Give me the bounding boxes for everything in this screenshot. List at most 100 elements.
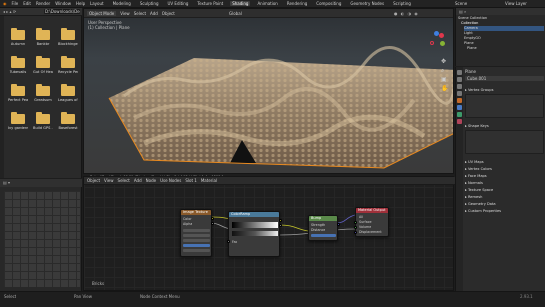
folder-icon[interactable] bbox=[11, 56, 25, 68]
tab-animation[interactable]: Animation bbox=[255, 1, 279, 6]
socket-displacement[interactable] bbox=[354, 231, 357, 234]
socket-alpha[interactable] bbox=[279, 224, 282, 227]
tab-scene-icon[interactable] bbox=[457, 91, 462, 96]
gizmo-neg-x-icon[interactable] bbox=[430, 41, 434, 45]
tab-material-icon[interactable] bbox=[457, 119, 462, 124]
transform-orientation-dropdown[interactable]: Global bbox=[229, 11, 242, 16]
blender-logo-icon[interactable]: ◉ bbox=[3, 1, 7, 6]
socket-color[interactable] bbox=[279, 219, 282, 222]
shape-keys-list[interactable] bbox=[465, 130, 544, 154]
gizmo-x-icon[interactable] bbox=[439, 33, 444, 38]
outliner-item-camera[interactable]: Camera bbox=[464, 26, 544, 31]
viewport-menu-view[interactable]: View bbox=[120, 11, 130, 16]
folder-icon[interactable] bbox=[61, 56, 75, 68]
folder-icon[interactable] bbox=[36, 28, 50, 40]
tab-shading[interactable]: Shading bbox=[230, 1, 251, 6]
socket-fac[interactable] bbox=[227, 240, 230, 243]
tab-scripting[interactable]: Scripting bbox=[391, 1, 413, 6]
tab-rendering[interactable]: Rendering bbox=[285, 1, 309, 6]
menu-window[interactable]: Window bbox=[55, 1, 71, 6]
color-ramp-preview[interactable] bbox=[232, 231, 278, 236]
tab-data-icon[interactable] bbox=[457, 112, 462, 117]
navigation-gizmo[interactable] bbox=[426, 31, 448, 53]
tab-output-icon[interactable] bbox=[457, 84, 462, 89]
socket-normal[interactable] bbox=[337, 223, 340, 226]
section-texture-space[interactable]: Texture Space bbox=[465, 187, 544, 193]
socket-color[interactable] bbox=[211, 217, 214, 220]
node-field[interactable] bbox=[183, 239, 210, 242]
node-field-selected[interactable] bbox=[311, 234, 336, 237]
folder-icon[interactable] bbox=[61, 28, 75, 40]
status-bar: Select Pan View Node Context Menu 2.93.1 bbox=[0, 291, 545, 307]
folder-icon[interactable] bbox=[36, 112, 50, 124]
folder-icon[interactable] bbox=[36, 56, 50, 68]
tab-sculpting[interactable]: Sculpting bbox=[138, 1, 161, 6]
file-path-field[interactable]: D:\Downloads\Decals bbox=[44, 9, 80, 14]
viewport-nav-icons[interactable]: ✥ ⌕ ▣ ✋ bbox=[441, 57, 448, 93]
vertex-groups-list[interactable] bbox=[465, 94, 544, 118]
nav-arrows-icon[interactable]: ◂ ▸ ▴ ⟳ bbox=[3, 9, 16, 14]
mesh-datablock-field[interactable]: Cube.001 bbox=[465, 76, 544, 81]
tab-modifier-icon[interactable] bbox=[457, 105, 462, 110]
folder-icon[interactable] bbox=[61, 112, 75, 124]
outliner-filter-icon[interactable]: ▤ ⌕ bbox=[459, 9, 466, 14]
shader-node-editor[interactable]: Object View Select Add Node Use Nodes Sl… bbox=[83, 176, 455, 291]
section-vertex-colors[interactable]: Vertex Colors bbox=[465, 166, 544, 172]
node-color-ramp[interactable]: ColorRamp Fac bbox=[227, 211, 282, 257]
section-vertex-groups[interactable]: Vertex Groups bbox=[465, 87, 544, 93]
shading-mode-icons[interactable]: ● ◐ ◑ ◉ bbox=[394, 11, 419, 16]
section-custom-properties[interactable]: Custom Properties bbox=[465, 208, 544, 214]
section-uv-maps[interactable]: UV Maps bbox=[465, 159, 544, 165]
3d-viewport[interactable]: Object Mode View Select Add Object Globa… bbox=[83, 8, 454, 174]
folder-icon[interactable] bbox=[61, 84, 75, 96]
socket-alpha[interactable] bbox=[211, 222, 214, 225]
tab-object-icon[interactable] bbox=[457, 98, 462, 103]
tab-texture-paint[interactable]: Texture Paint bbox=[195, 1, 225, 6]
node-field-selected[interactable] bbox=[183, 244, 210, 247]
section-shape-keys[interactable]: Shape Keys bbox=[465, 123, 544, 129]
menu-help[interactable]: Help bbox=[76, 1, 85, 6]
menu-file[interactable]: File bbox=[12, 1, 19, 6]
tab-uv-editing[interactable]: UV Editing bbox=[166, 1, 191, 6]
tab-compositing[interactable]: Compositing bbox=[314, 1, 343, 6]
status-select: Select bbox=[4, 294, 17, 299]
tab-modeling[interactable]: Modeling bbox=[111, 1, 133, 6]
tab-layout[interactable]: Layout bbox=[88, 1, 106, 6]
folder-icon[interactable] bbox=[11, 112, 25, 124]
viewport-menu-add[interactable]: Add bbox=[150, 11, 158, 16]
outliner-item-plane-mesh[interactable]: Plane bbox=[467, 46, 477, 51]
section-face-maps[interactable]: Face Maps bbox=[465, 173, 544, 179]
folder-icon[interactable] bbox=[11, 84, 25, 96]
tab-tool-icon[interactable] bbox=[457, 70, 462, 75]
view-layer-selector[interactable]: View Layer bbox=[505, 1, 527, 6]
gizmo-y-icon[interactable] bbox=[440, 41, 445, 46]
scene-selector[interactable]: Scene bbox=[455, 1, 467, 6]
node-material-output[interactable]: Material Output All Surface Volume Displ… bbox=[354, 207, 389, 237]
node-bump[interactable]: Bump Strength Distance bbox=[308, 215, 340, 241]
image-editor-menu-icon[interactable]: ▤ ▾ bbox=[3, 180, 10, 185]
menu-edit[interactable]: Edit bbox=[23, 1, 31, 6]
folder-icon[interactable] bbox=[36, 84, 50, 96]
node-field[interactable] bbox=[183, 234, 210, 237]
section-remesh[interactable]: Remesh bbox=[465, 194, 544, 200]
node-field[interactable] bbox=[183, 229, 210, 232]
file-browser-sidebar[interactable] bbox=[0, 16, 4, 178]
tab-geometry-nodes[interactable]: Geometry Nodes bbox=[348, 1, 386, 6]
image-canvas[interactable] bbox=[4, 191, 80, 287]
tab-render-icon[interactable] bbox=[457, 77, 462, 82]
viewport-menu-select[interactable]: Select bbox=[134, 11, 146, 16]
menu-render[interactable]: Render bbox=[36, 1, 50, 6]
section-geometry-data[interactable]: Geometry Data bbox=[465, 201, 544, 207]
folder-icon[interactable] bbox=[11, 28, 25, 40]
properties-tabs bbox=[456, 67, 463, 291]
node-image-texture[interactable]: Image Texture Color Alpha bbox=[180, 209, 214, 257]
socket-volume[interactable] bbox=[354, 226, 357, 229]
gizmo-z-icon[interactable] bbox=[434, 31, 439, 36]
socket-surface[interactable] bbox=[354, 221, 357, 224]
folder-label: Blockhinge... bbox=[58, 42, 78, 46]
section-normals[interactable]: Normals bbox=[465, 180, 544, 186]
object-mode-dropdown[interactable]: Object Mode bbox=[87, 11, 117, 16]
viewport-menu-object[interactable]: Object bbox=[162, 11, 175, 16]
color-ramp-bar[interactable] bbox=[232, 222, 278, 228]
node-field[interactable] bbox=[183, 249, 210, 252]
